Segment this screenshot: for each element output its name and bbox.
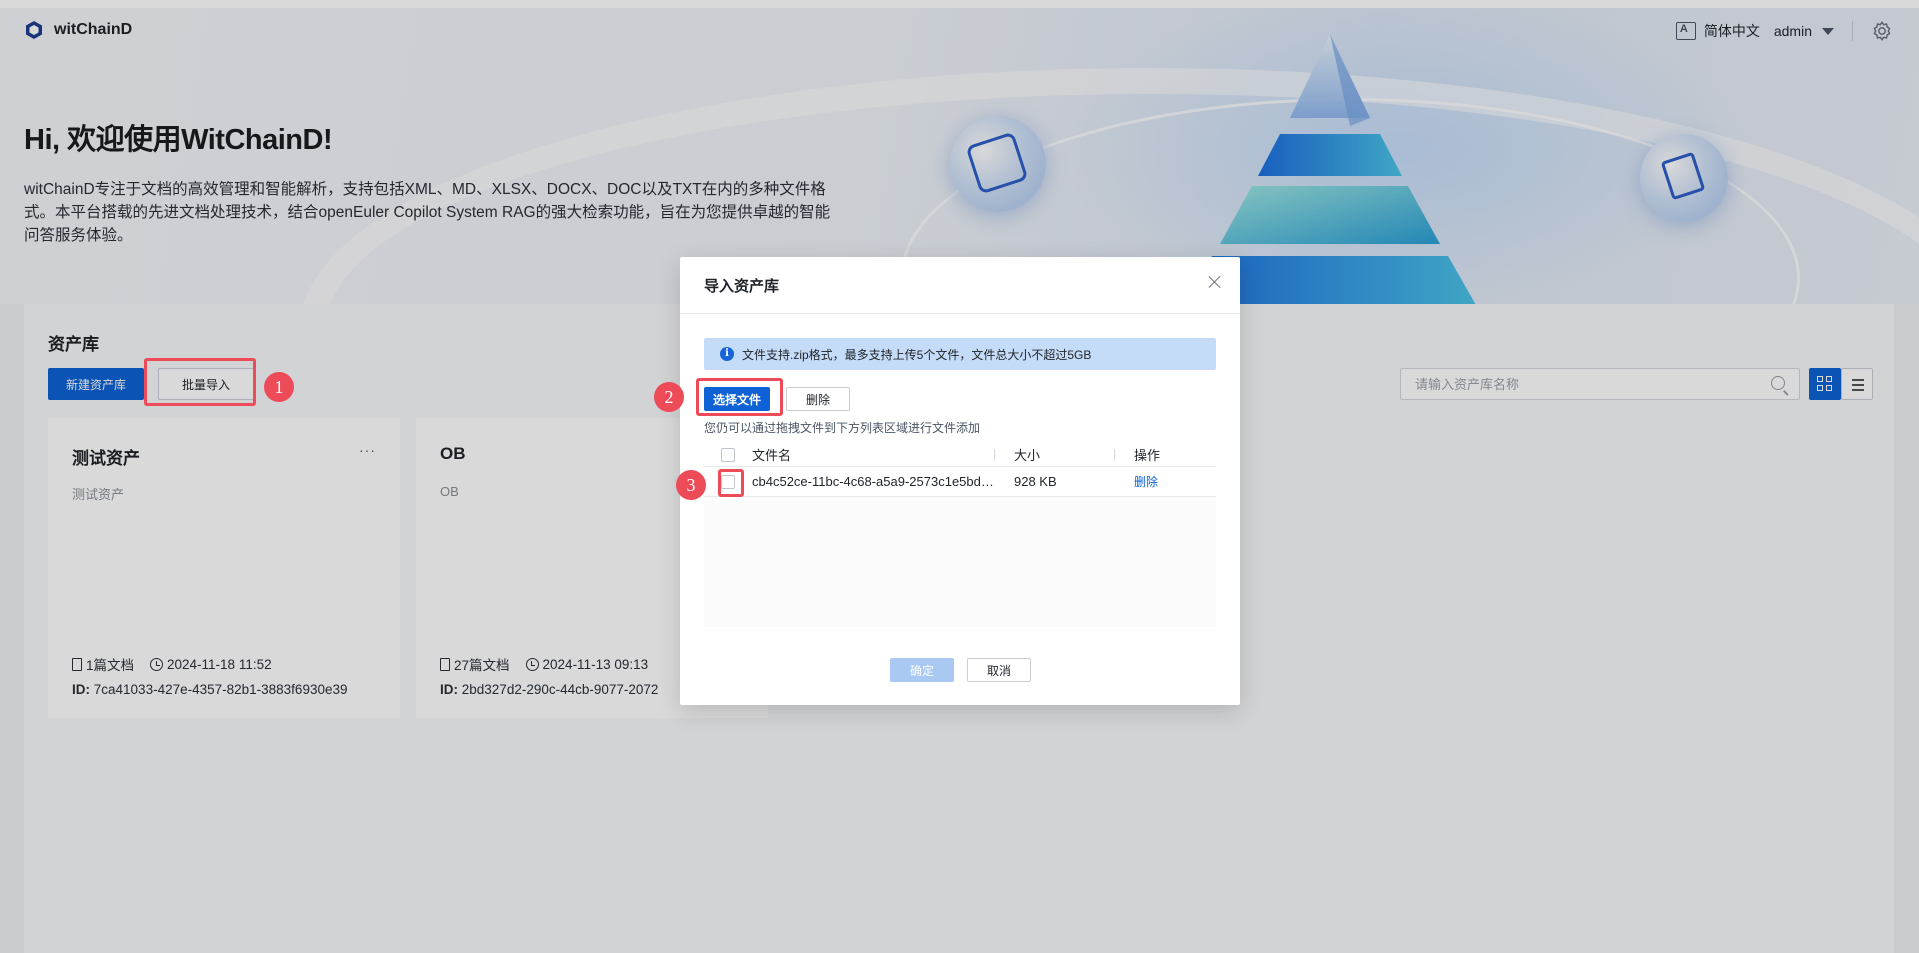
delete-button[interactable]: 删除 (786, 387, 850, 411)
table-header: 文件名 大小 操作 (704, 443, 1216, 467)
file-size: 928 KB (1014, 474, 1057, 489)
dialog-title: 导入资产库 (704, 278, 780, 295)
table-row: cb4c52ce-11bc-4c68-a5a9-2573c1e5bd3a.zip… (704, 467, 1216, 497)
dialog-header: 导入资产库 (680, 257, 1240, 314)
info-text: 文件支持.zip格式，最多支持上传5个文件，文件总大小不超过5GB (742, 347, 1092, 362)
column-operation: 操作 (1134, 448, 1161, 463)
column-separator (994, 449, 995, 461)
drop-zone[interactable] (704, 497, 1216, 627)
cancel-button[interactable]: 取消 (967, 658, 1031, 682)
highlight-row-checkbox (718, 469, 744, 497)
drag-hint: 您仍可以通过拖拽文件到下方列表区域进行文件添加 (704, 421, 981, 435)
column-size: 大小 (1014, 448, 1041, 463)
highlight-choose-file (696, 378, 783, 416)
step-marker: 1 (264, 372, 294, 402)
info-alert: i 文件支持.zip格式，最多支持上传5个文件，文件总大小不超过5GB (704, 338, 1216, 370)
select-all-checkbox[interactable] (721, 447, 735, 462)
column-separator (1114, 449, 1115, 461)
column-filename: 文件名 (752, 448, 792, 463)
confirm-button[interactable]: 确定 (890, 658, 954, 682)
step-marker: 3 (676, 470, 706, 500)
close-icon[interactable] (1208, 275, 1222, 289)
import-asset-library-dialog: 导入资产库 i 文件支持.zip格式，最多支持上传5个文件，文件总大小不超过5G… (680, 257, 1240, 705)
step-marker: 2 (654, 382, 684, 412)
row-delete-link[interactable]: 删除 (1134, 475, 1158, 489)
info-icon: i (720, 347, 734, 361)
file-table: 文件名 大小 操作 cb4c52ce-11bc-4c68-a5a9-2573c1… (704, 443, 1216, 627)
highlight-batch-import (144, 358, 256, 406)
file-name: cb4c52ce-11bc-4c68-a5a9-2573c1e5bd3a.zip (752, 474, 1004, 489)
